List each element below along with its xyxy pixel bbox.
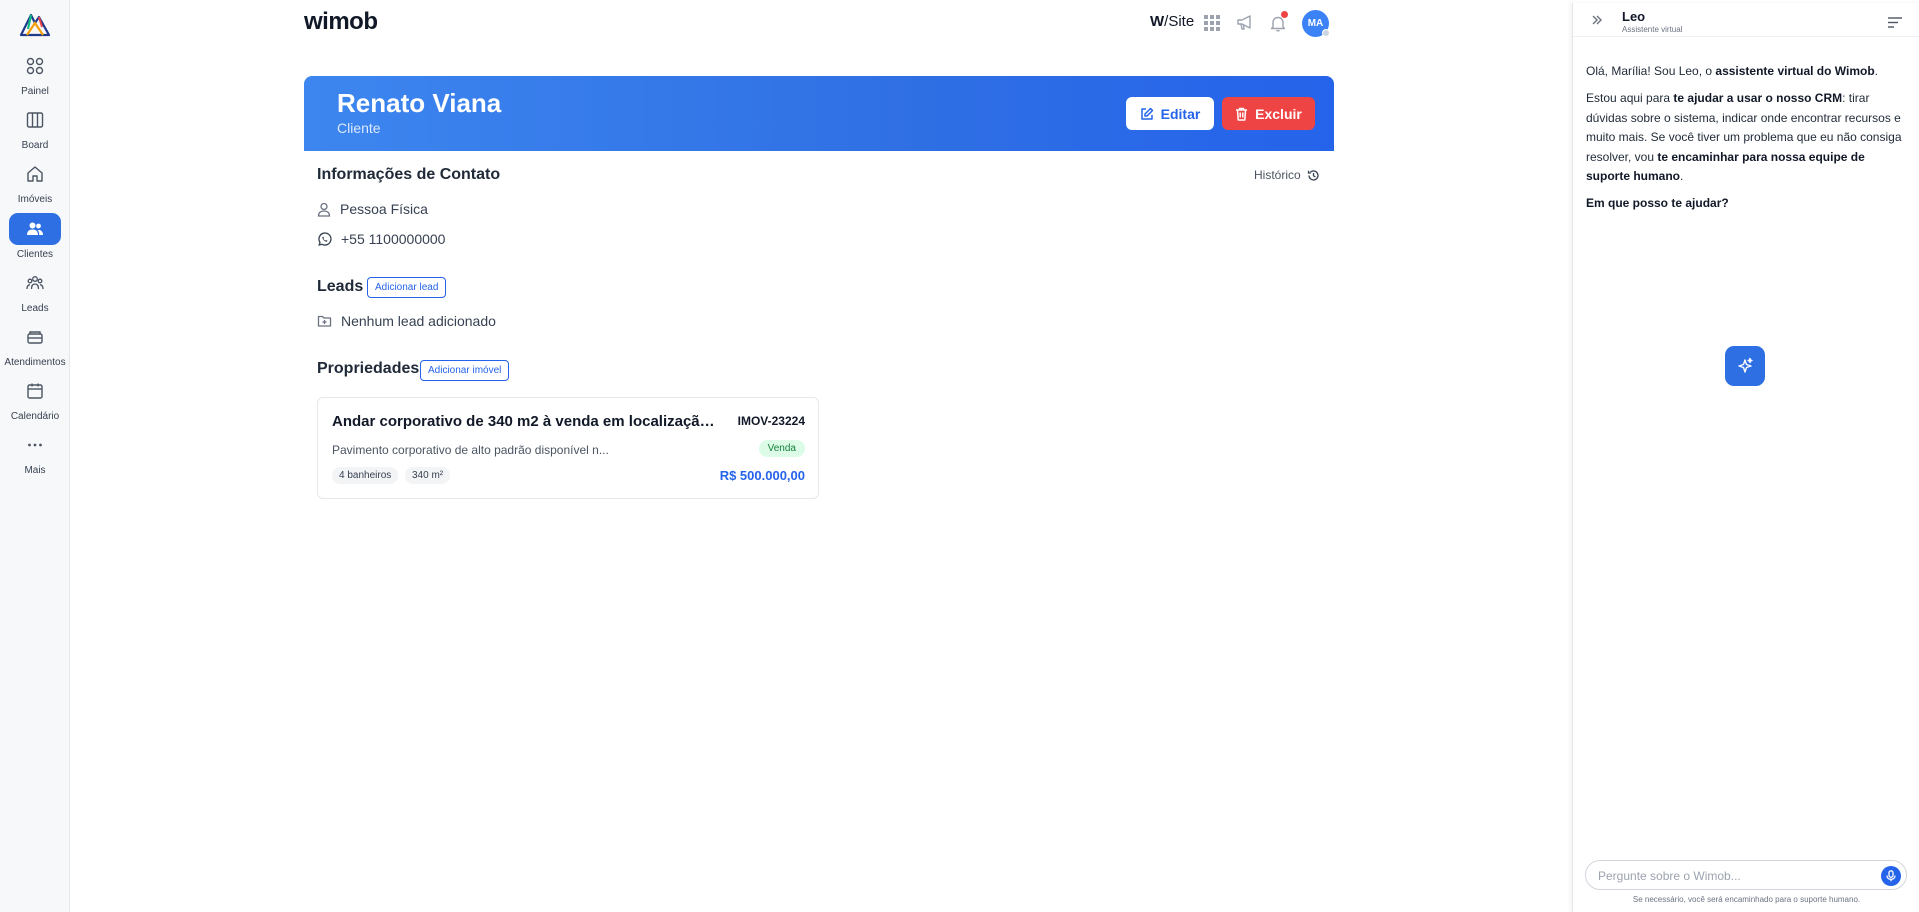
edit-button[interactable]: Editar — [1126, 97, 1214, 130]
message-text: . — [1680, 169, 1684, 183]
sidebar-item-painel[interactable]: Painel — [0, 50, 70, 100]
brand-logo-text[interactable]: wimob — [304, 8, 378, 36]
site-prefix: W — [1150, 13, 1165, 30]
collapse-panel-button[interactable] — [1591, 13, 1603, 31]
assistant-message-2: Estou aqui para te ajudar a usar o nosso… — [1586, 89, 1911, 187]
inbox-icon — [9, 321, 61, 353]
avatar-initials: MA — [1307, 18, 1324, 29]
home-icon — [9, 158, 61, 190]
whatsapp-icon — [318, 231, 332, 246]
sidebar-item-label: Imóveis — [17, 194, 53, 205]
sidebar-item-imoveis[interactable]: Imóveis — [0, 158, 70, 208]
sidebar-item-label: Calendário — [10, 411, 60, 422]
sidebar-item-clientes[interactable]: Clientes — [0, 213, 70, 263]
assistant-message-3: Em que posso te ajudar? — [1586, 194, 1911, 214]
property-price: R$ 500.000,00 — [719, 468, 805, 483]
property-chip-area: 340 m² — [405, 467, 451, 484]
sidebar-item-label: Clientes — [16, 249, 54, 260]
sidebar-item-leads[interactable]: Leads — [0, 267, 70, 317]
client-banner: Renato Viana Cliente Editar Excluir — [304, 76, 1334, 151]
apps-icon[interactable] — [1201, 12, 1223, 34]
delete-button-label: Excluir — [1255, 105, 1302, 122]
site-label: /Site — [1164, 13, 1195, 30]
message-text: . — [1874, 64, 1879, 78]
trash-icon — [1236, 107, 1248, 121]
delete-button[interactable]: Excluir — [1222, 97, 1315, 130]
edit-icon — [1140, 107, 1153, 120]
history-label: Histórico — [1254, 168, 1301, 182]
message-bold: Em que posso te ajudar? — [1586, 196, 1729, 210]
assistant-menu-button[interactable] — [1888, 15, 1902, 33]
client-name: Renato Viana — [337, 88, 502, 118]
assistant-header: Leo Assistente virtual — [1573, 3, 1919, 37]
chat-input-container — [1585, 860, 1907, 890]
contact-section-title: Informações de Contato — [317, 166, 501, 183]
group-icon — [9, 267, 61, 299]
mic-button[interactable] — [1881, 866, 1901, 886]
chevrons-right-icon — [1592, 15, 1602, 25]
wimob-logo[interactable] — [19, 9, 51, 37]
support-note: Se necessário, você será encaminhado par… — [1632, 895, 1861, 904]
message-bold: te ajudar a usar o nosso CRM — [1673, 91, 1843, 105]
folder-plus-icon — [317, 315, 332, 327]
notification-dot — [1281, 11, 1288, 18]
megaphone-icon[interactable] — [1234, 12, 1256, 34]
add-property-button[interactable]: Adicionar imóvel — [420, 360, 510, 381]
bell-icon[interactable] — [1267, 11, 1289, 34]
leads-section-title: Leads — [317, 278, 364, 295]
sidebar-item-label: Leads — [21, 303, 49, 314]
property-chip-bathrooms: 4 banheiros — [332, 467, 399, 484]
grid-icon — [9, 50, 61, 82]
edit-button-label: Editar — [1160, 105, 1201, 122]
assistant-name: Leo — [1622, 9, 1646, 24]
message-bold: assistente virtual do Wimob — [1715, 64, 1875, 78]
assistant-subtitle: Assistente virtual — [1622, 25, 1683, 34]
columns-icon — [9, 104, 61, 136]
sidebar-item-atendimentos[interactable]: Atendimentos — [0, 321, 70, 371]
add-lead-button[interactable]: Adicionar lead — [367, 277, 447, 298]
sparkle-icon — [1738, 357, 1753, 373]
property-card[interactable]: Andar corporativo de 340 m2 à venda em l… — [317, 397, 819, 499]
sidebar-item-label: Painel — [21, 86, 49, 97]
avatar[interactable]: MA — [1302, 10, 1330, 37]
message-text: Olá, Marília! Sou Leo, o — [1586, 64, 1716, 78]
history-link[interactable]: Histórico — [1254, 168, 1320, 182]
properties-section-title: Propriedades — [317, 360, 420, 377]
client-role: Cliente — [337, 120, 381, 136]
person-type: Pessoa Física — [340, 201, 428, 217]
history-icon — [1307, 169, 1319, 181]
sort-lines-icon — [1888, 17, 1902, 28]
leads-empty-row: Nenhum lead adicionado — [317, 313, 496, 329]
assistant-panel: Leo Assistente virtual Olá, Marília! Sou… — [1572, 3, 1919, 912]
sidebar-item-label: Mais — [24, 465, 46, 476]
property-title: Andar corporativo de 340 m2 à venda em l… — [332, 413, 717, 430]
microphone-icon — [1886, 870, 1896, 882]
assistant-message-1: Olá, Marília! Sou Leo, o assistente virt… — [1586, 62, 1911, 82]
site-link[interactable]: W/Site — [1150, 13, 1194, 30]
sidebar-item-board[interactable]: Board — [0, 104, 70, 154]
property-description: Pavimento corporativo de alto padrão dis… — [332, 443, 609, 457]
more-icon — [9, 429, 61, 461]
avatar-status-dot — [1322, 29, 1330, 37]
chat-input[interactable] — [1598, 867, 1868, 885]
users-icon — [9, 213, 61, 245]
sidebar-item-label: Board — [21, 140, 49, 151]
app-root: Painel Board Imóveis Clientes Leads Aten… — [0, 0, 1919, 912]
sidebar-item-label: Atendimentos — [4, 357, 66, 368]
sidebar-item-mais[interactable]: Mais — [0, 429, 70, 479]
sidebar-item-calendario[interactable]: Calendário — [0, 375, 70, 425]
ai-sparkle-button[interactable] — [1725, 346, 1765, 386]
phone-number: +55 1100000000 — [341, 231, 446, 247]
user-icon — [317, 202, 331, 217]
phone-row[interactable]: +55 1100000000 — [317, 231, 445, 247]
calendar-icon — [9, 375, 61, 407]
status-badge: Venda — [758, 440, 805, 457]
person-type-row: Pessoa Física — [317, 201, 428, 217]
message-text: Estou aqui para — [1586, 91, 1674, 105]
property-code: IMOV-23224 — [737, 414, 805, 428]
sidebar: Painel Board Imóveis Clientes Leads Aten… — [0, 0, 70, 912]
leads-empty-text: Nenhum lead adicionado — [341, 313, 496, 329]
